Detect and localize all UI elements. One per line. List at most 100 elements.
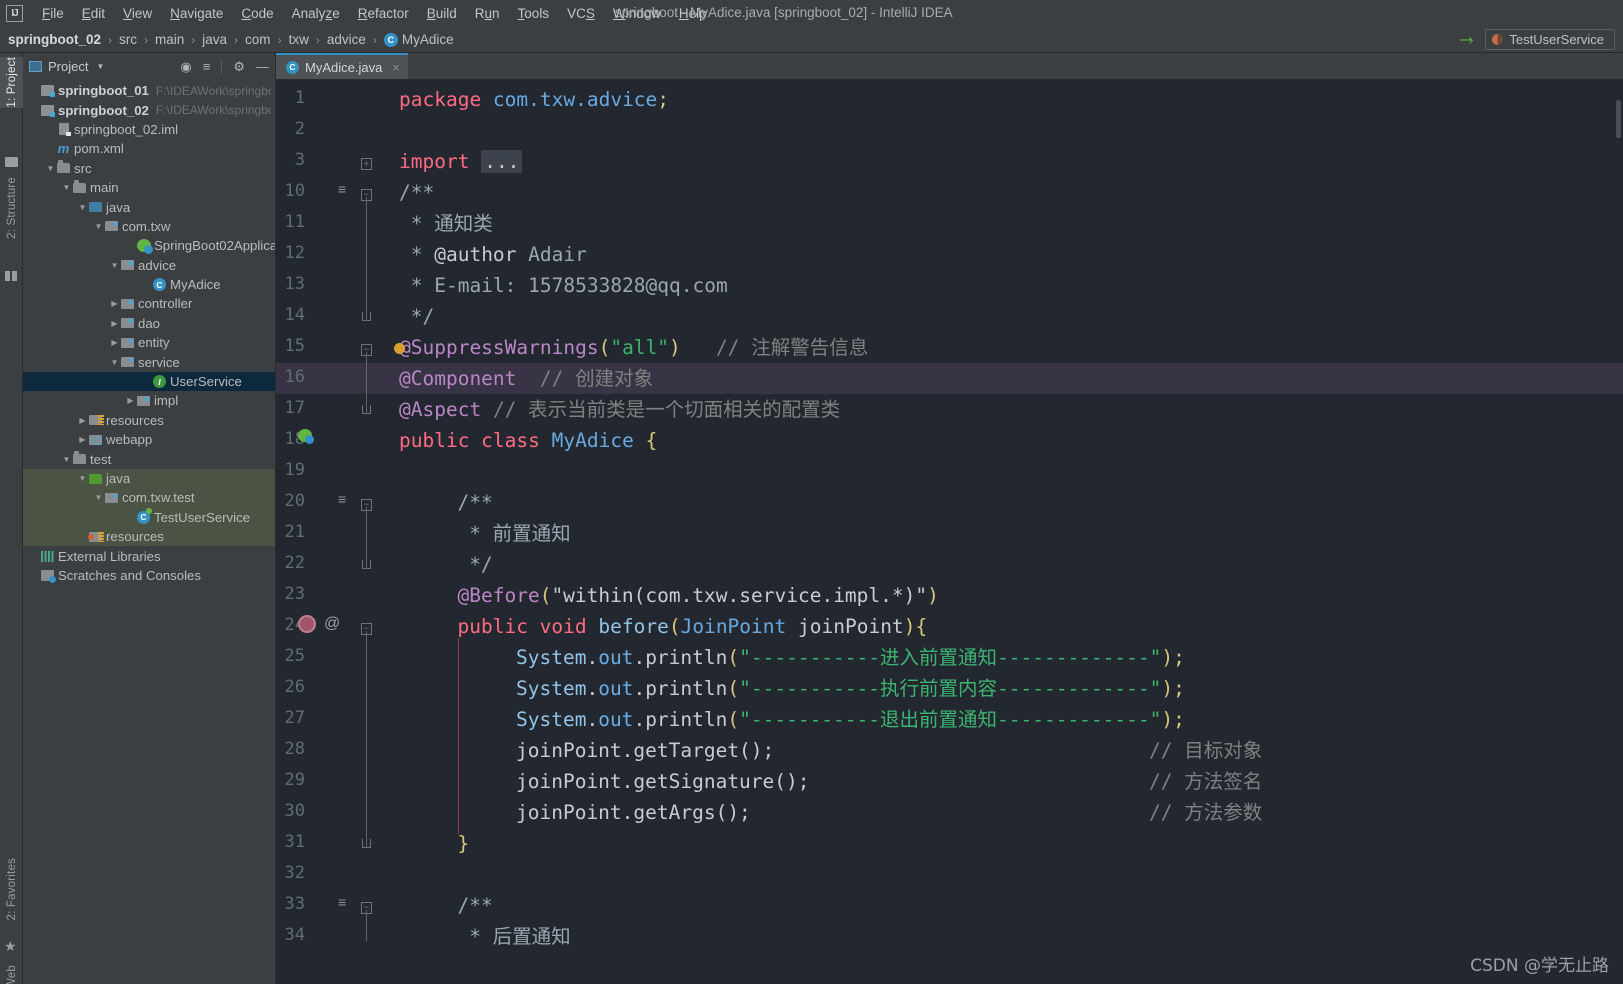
main-body: 1: Project 2: Structure 2: Favorites ★ W…: [0, 53, 1623, 984]
tool-window-web[interactable]: Web: [0, 965, 23, 984]
menu-item-edit[interactable]: Edit: [73, 3, 114, 24]
tree-node-userservice[interactable]: I UserService: [23, 371, 275, 392]
doc-align-icon[interactable]: ≡: [338, 181, 346, 199]
chevron-down-icon[interactable]: ▼: [109, 358, 120, 367]
tree-node-impl[interactable]: ▶ impl: [23, 391, 275, 410]
close-icon[interactable]: ×: [392, 60, 400, 75]
tree-node-springboot-02-iml[interactable]: springboot_02.iml: [23, 120, 275, 139]
toolbar-right: ⤑ TestUserService: [1460, 29, 1615, 50]
run-configuration-selector[interactable]: TestUserService: [1485, 29, 1615, 50]
tree-node-testuserservice[interactable]: C TestUserService: [23, 507, 275, 527]
tree-node-label: advice: [138, 257, 177, 273]
breadcrumb-item-java[interactable]: java: [202, 32, 227, 47]
intention-bulb-icon[interactable]: [394, 343, 405, 354]
collapse-all-icon[interactable]: ≡: [203, 60, 211, 73]
chevron-down-icon[interactable]: ▼: [61, 455, 72, 464]
chevron-right-icon[interactable]: ▶: [109, 338, 120, 347]
line-number-11: 11: [284, 212, 305, 232]
tree-node-label: src: [74, 160, 92, 176]
aop-advice-icon[interactable]: [298, 615, 316, 638]
breadcrumb-item-main[interactable]: main: [155, 32, 184, 47]
tree-node-springboot-02[interactable]: springboot_02 F:\IDEAWork\springboot: [23, 100, 275, 119]
chevron-down-icon[interactable]: ▼: [61, 183, 72, 192]
tree-node-src[interactable]: ▼ src: [23, 159, 275, 178]
menu-item-analyze[interactable]: Analyze: [283, 3, 349, 24]
breadcrumb-separator: ›: [234, 32, 239, 47]
tree-node-advice[interactable]: ▼ advice: [23, 256, 275, 275]
tree-node-entity[interactable]: ▶ entity: [23, 333, 275, 352]
tree-node-java[interactable]: ▼ java: [23, 197, 275, 216]
menu-item-build[interactable]: Build: [418, 3, 466, 24]
code-line-10: /**: [399, 181, 435, 204]
menu-item-navigate[interactable]: Navigate: [161, 3, 232, 24]
project-panel-title[interactable]: Project ▼: [29, 59, 104, 74]
tree-node-springboot02application[interactable]: SpringBoot02Application: [23, 236, 275, 255]
chevron-down-icon[interactable]: ▼: [93, 493, 104, 502]
fold-toggle-icon[interactable]: +: [360, 157, 373, 170]
menu-item-run[interactable]: Run: [466, 3, 509, 24]
menu-item-refactor[interactable]: Refactor: [349, 3, 418, 24]
tree-node-myadice[interactable]: C MyAdice: [23, 275, 275, 294]
project-tool-window: Project ▼ ◉ ≡ ⚙ — springboot_01 F:\IDEAWo…: [23, 53, 276, 984]
breadcrumb-item-myadice[interactable]: C MyAdice: [383, 32, 454, 47]
tree-node-controller[interactable]: ▶ controller: [23, 294, 275, 313]
tool-window-favorites[interactable]: 2: Favorites: [0, 858, 23, 920]
tree-node-dao[interactable]: ▶ dao: [23, 314, 275, 333]
tree-node-resources[interactable]: resources: [23, 526, 275, 547]
menu-item-view[interactable]: View: [114, 3, 161, 24]
tool-window-project[interactable]: 1: Project: [0, 57, 23, 108]
chevron-right-icon[interactable]: ▶: [77, 435, 88, 444]
tree-node-pom-xml[interactable]: m pom.xml: [23, 139, 275, 158]
locate-icon[interactable]: ◉: [180, 60, 191, 73]
breadcrumb-item-src[interactable]: src: [119, 32, 137, 47]
spring-bean-icon[interactable]: [298, 429, 314, 447]
tree-node-external-libraries[interactable]: External Libraries: [23, 546, 275, 565]
tree-node-service[interactable]: ▼ service: [23, 352, 275, 371]
tree-node-scratches-and-consoles[interactable]: Scratches and Consoles: [23, 566, 275, 585]
breadcrumb-item-txw[interactable]: txw: [289, 32, 309, 47]
menu-item-file[interactable]: File: [33, 3, 73, 24]
breadcrumb-item-com[interactable]: com: [245, 32, 271, 47]
build-arrow-icon[interactable]: ⤑: [1460, 31, 1474, 48]
chevron-down-icon[interactable]: ▼: [109, 261, 120, 270]
tree-node-com-txw[interactable]: ▼ com.txw: [23, 217, 275, 236]
tree-node-test[interactable]: ▼ test: [23, 449, 275, 468]
tool-window-structure[interactable]: 2: Structure: [0, 177, 23, 239]
tree-node-springboot-01[interactable]: springboot_01 F:\IDEAWork\springboot: [23, 81, 275, 100]
menu-item-tools[interactable]: Tools: [509, 3, 559, 24]
breadcrumb-item-springboot-02[interactable]: springboot_02: [8, 32, 101, 47]
code-content[interactable]: CSDN @学无止路 package com.txw.advice; import…: [389, 80, 1623, 984]
line-number-3: 3: [294, 150, 305, 170]
annotation-marker-icon[interactable]: @: [324, 615, 340, 633]
tree-node-resources[interactable]: ▶ resources: [23, 411, 275, 430]
doc-align-icon[interactable]: ≡: [338, 894, 346, 912]
chevron-down-icon[interactable]: ▼: [77, 203, 88, 212]
chevron-right-icon[interactable]: ▶: [125, 396, 136, 405]
chevron-right-icon[interactable]: ▶: [109, 319, 120, 328]
chevron-right-icon[interactable]: ▶: [109, 299, 120, 308]
tree-node-com-txw-test[interactable]: ▼ com.txw.test: [23, 488, 275, 508]
code-editor[interactable]: 1 2 3 +10−11 12 13 14 15−16 17 18 19 20−21 22 23 24−25…: [276, 80, 1623, 984]
java-class-icon: C: [153, 278, 166, 292]
tree-node-java[interactable]: ▼ java: [23, 468, 275, 489]
package-icon: [121, 298, 134, 309]
doc-align-icon[interactable]: ≡: [338, 491, 346, 509]
editor-scrollbar-thumb[interactable]: [1616, 100, 1621, 138]
line-number-26: 26: [284, 677, 305, 697]
breadcrumb-item-advice[interactable]: advice: [327, 32, 366, 47]
tree-node-main[interactable]: ▼ main: [23, 178, 275, 197]
tree-node-webapp[interactable]: ▶ webapp: [23, 430, 275, 449]
editor-gutter[interactable]: 1 2 3 +10−11 12 13 14 15−16 17 18 19 20−21 22 23 24−25…: [276, 80, 389, 984]
chevron-down-icon[interactable]: ▼: [45, 164, 56, 173]
hide-icon[interactable]: —: [256, 60, 269, 73]
tree-node-icon: [88, 473, 103, 484]
chevron-down-icon[interactable]: ▼: [93, 222, 104, 231]
settings-gear-icon[interactable]: ⚙: [233, 60, 245, 73]
chevron-right-icon[interactable]: ▶: [77, 416, 88, 425]
chevron-down-icon[interactable]: ▼: [96, 62, 104, 71]
editor-tab-myadice[interactable]: C MyAdice.java ×: [276, 53, 408, 79]
chevron-down-icon[interactable]: ▼: [77, 474, 88, 483]
menu-item-code[interactable]: Code: [232, 3, 282, 24]
menu-item-vcs[interactable]: VCS: [558, 3, 604, 24]
